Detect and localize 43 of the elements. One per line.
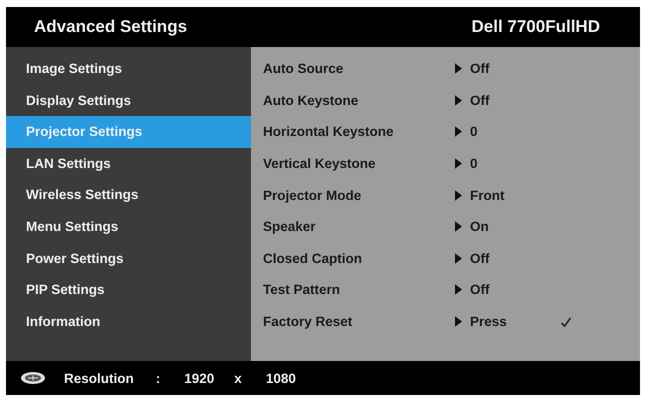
menu-item[interactable]: PIP Settings: [6, 274, 251, 306]
menu-title: Advanced Settings: [34, 17, 188, 37]
setting-value: On: [470, 219, 490, 234]
triangle-icon: [455, 158, 462, 170]
status-label: Resolution: [64, 370, 134, 386]
setting-label[interactable]: Factory Reset: [251, 314, 455, 330]
setting-label[interactable]: Horizontal Keystone: [251, 124, 455, 140]
setting-value: Press: [470, 314, 508, 330]
menu-item[interactable]: Image Settings: [6, 53, 251, 85]
triangle-icon: [455, 63, 462, 74]
menu-item[interactable]: Wireless Settings: [6, 179, 251, 211]
triangle-icon: [455, 190, 462, 201]
menu-item[interactable]: Display Settings: [6, 84, 251, 116]
setting-value: Off: [470, 92, 490, 108]
resolution-width: 1920: [184, 370, 214, 386]
setting-value: Off: [470, 250, 490, 266]
menu-item[interactable]: Power Settings: [6, 242, 251, 274]
setting-label[interactable]: Closed Caption: [251, 250, 455, 266]
menu-item[interactable]: LAN Settings: [6, 148, 251, 180]
triangle-icon: [455, 252, 462, 264]
setting-label[interactable]: Auto Keystone: [251, 92, 455, 108]
setting-label[interactable]: Vertical Keystone: [251, 156, 455, 172]
setting-label[interactable]: Auto Source: [251, 61, 455, 76]
setting-value: Off: [470, 282, 490, 298]
menu-item[interactable]: Information: [6, 306, 251, 338]
model-name: Dell 7700FullHD: [472, 17, 600, 37]
setting-label[interactable]: Speaker: [251, 219, 455, 234]
resolution-icon: [20, 371, 46, 385]
triangle-icon: [455, 126, 462, 138]
setting-label[interactable]: Projector Mode: [251, 188, 455, 203]
triangle-icon: [455, 316, 462, 328]
setting-value: 0: [470, 156, 479, 172]
setting-value: Off: [470, 61, 490, 76]
resolution-height: 1080: [266, 370, 296, 386]
triangle-icon: [455, 221, 462, 232]
triangle-icon: [455, 94, 462, 106]
setting-value: Front: [470, 188, 506, 203]
setting-value: 0: [470, 124, 479, 140]
resolution-times: x: [234, 370, 242, 386]
triangle-icon: [455, 284, 462, 296]
status-separator: :: [156, 370, 160, 386]
menu-item[interactable]: Menu Settings: [6, 210, 251, 243]
setting-label[interactable]: Test Pattern: [251, 282, 455, 298]
